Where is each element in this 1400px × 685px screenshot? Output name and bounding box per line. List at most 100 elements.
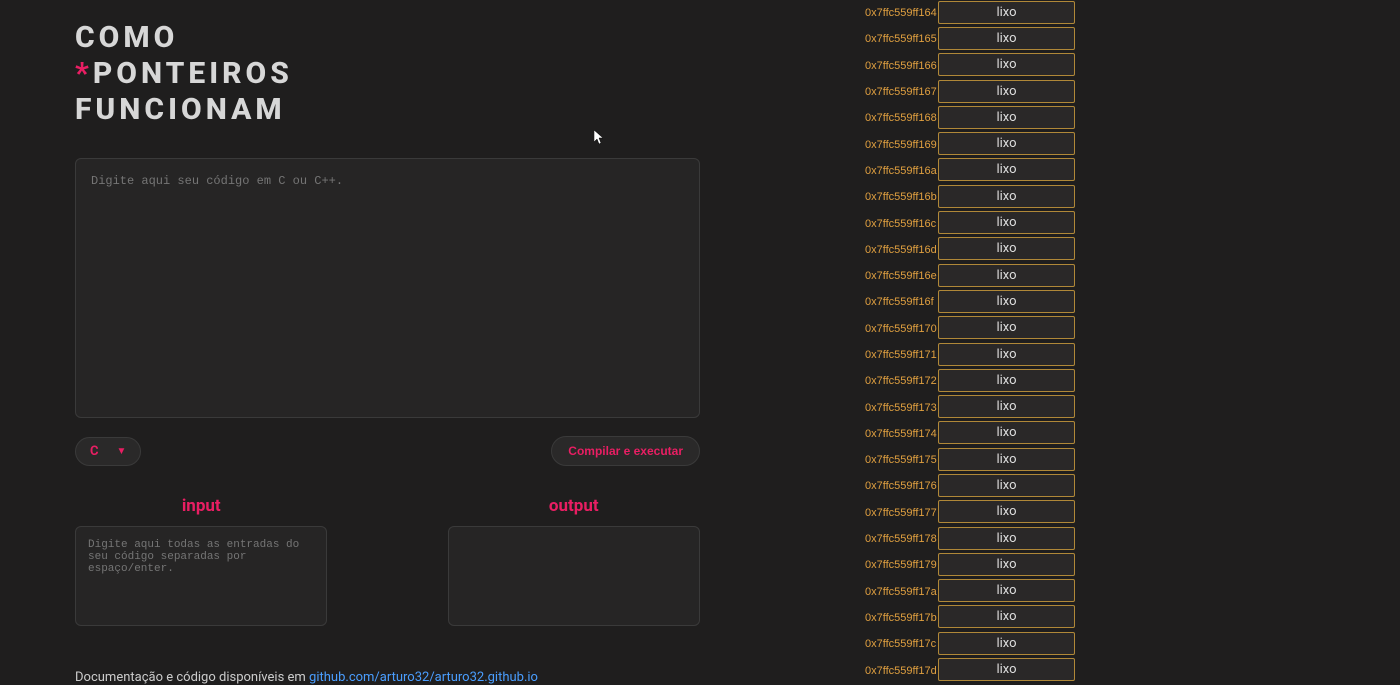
memory-address: 0x7ffc559ff174 — [865, 428, 933, 440]
memory-address: 0x7ffc559ff173 — [865, 402, 933, 414]
memory-cell: lixo — [938, 605, 1075, 628]
footer: Documentação e código disponíveis em git… — [75, 670, 775, 685]
memory-address: 0x7ffc559ff165 — [865, 33, 933, 45]
language-value: C — [90, 444, 99, 459]
memory-cell: lixo — [938, 132, 1075, 155]
memory-address: 0x7ffc559ff16f — [865, 296, 933, 308]
memory-address: 0x7ffc559ff17b — [865, 612, 933, 624]
memory-row: 0x7ffc559ff171 lixo — [865, 342, 1075, 368]
memory-cell: lixo — [938, 211, 1075, 234]
memory-row: 0x7ffc559ff174 lixo — [865, 421, 1075, 447]
memory-address: 0x7ffc559ff16e — [865, 270, 933, 282]
chevron-down-icon: ▼ — [117, 446, 127, 457]
memory-address: 0x7ffc559ff176 — [865, 480, 933, 492]
memory-row: 0x7ffc559ff176 lixo — [865, 473, 1075, 499]
io-row: input output — [75, 496, 700, 630]
memory-address: 0x7ffc559ff16b — [865, 191, 933, 203]
memory-address: 0x7ffc559ff16c — [865, 218, 933, 230]
memory-cell: lixo — [938, 158, 1075, 181]
memory-row: 0x7ffc559ff17b lixo — [865, 605, 1075, 631]
asterisk-icon: * — [75, 56, 93, 91]
memory-cell: lixo — [938, 290, 1075, 313]
code-editor[interactable] — [75, 158, 700, 418]
input-box[interactable] — [75, 526, 327, 626]
memory-row: 0x7ffc559ff169 lixo — [865, 131, 1075, 157]
memory-address: 0x7ffc559ff169 — [865, 139, 933, 151]
memory-address: 0x7ffc559ff166 — [865, 60, 933, 72]
memory-address: 0x7ffc559ff16a — [865, 165, 933, 177]
memory-row: 0x7ffc559ff17c lixo — [865, 631, 1075, 657]
memory-address: 0x7ffc559ff167 — [865, 86, 933, 98]
memory-row: 0x7ffc559ff172 lixo — [865, 368, 1075, 394]
memory-row: 0x7ffc559ff168 lixo — [865, 105, 1075, 131]
memory-cell: lixo — [938, 80, 1075, 103]
memory-row: 0x7ffc559ff16b lixo — [865, 184, 1075, 210]
controls-row: C ▼ Compilar e executar — [75, 436, 700, 466]
page-title: COMO *PONTEIROS FUNCIONAM — [75, 20, 775, 128]
memory-cell: lixo — [938, 343, 1075, 366]
memory-cell: lixo — [938, 27, 1075, 50]
memory-address: 0x7ffc559ff17d — [865, 665, 933, 677]
memory-cell: lixo — [938, 369, 1075, 392]
memory-row: 0x7ffc559ff177 lixo — [865, 500, 1075, 526]
memory-cell: lixo — [938, 579, 1075, 602]
memory-cell: lixo — [938, 395, 1075, 418]
memory-row: 0x7ffc559ff17d lixo — [865, 657, 1075, 683]
footer-prefix: Documentação e código disponíveis em — [75, 670, 309, 685]
memory-row: 0x7ffc559ff164 lixo — [865, 0, 1075, 26]
title-line1: COMO — [75, 20, 775, 56]
memory-row: 0x7ffc559ff170 lixo — [865, 316, 1075, 342]
output-label: output — [448, 496, 701, 516]
memory-cell: lixo — [938, 527, 1075, 550]
memory-address: 0x7ffc559ff17c — [865, 638, 933, 650]
memory-row: 0x7ffc559ff167 lixo — [865, 79, 1075, 105]
memory-cell: lixo — [938, 421, 1075, 444]
memory-address: 0x7ffc559ff170 — [865, 323, 933, 335]
memory-cell: lixo — [938, 658, 1075, 681]
memory-row: 0x7ffc559ff16f lixo — [865, 289, 1075, 315]
input-label: input — [75, 496, 328, 516]
memory-address: 0x7ffc559ff171 — [865, 349, 933, 361]
memory-cell: lixo — [938, 553, 1075, 576]
input-column: input — [75, 496, 328, 630]
memory-row: 0x7ffc559ff175 lixo — [865, 447, 1075, 473]
memory-address: 0x7ffc559ff175 — [865, 454, 933, 466]
memory-address: 0x7ffc559ff16d — [865, 244, 933, 256]
title-line3: FUNCIONAM — [75, 92, 775, 128]
memory-address: 0x7ffc559ff164 — [865, 7, 933, 19]
memory-row: 0x7ffc559ff16d lixo — [865, 237, 1075, 263]
memory-address: 0x7ffc559ff168 — [865, 112, 933, 124]
memory-address: 0x7ffc559ff177 — [865, 507, 933, 519]
memory-cell: lixo — [938, 185, 1075, 208]
footer-link[interactable]: github.com/arturo32/arturo32.github.io — [309, 670, 538, 685]
memory-cell: lixo — [938, 632, 1075, 655]
memory-address: 0x7ffc559ff179 — [865, 559, 933, 571]
memory-row: 0x7ffc559ff173 lixo — [865, 394, 1075, 420]
memory-row: 0x7ffc559ff165 lixo — [865, 26, 1075, 52]
memory-cell: lixo — [938, 106, 1075, 129]
memory-row: 0x7ffc559ff178 lixo — [865, 526, 1075, 552]
memory-cell: lixo — [938, 237, 1075, 260]
memory-cell: lixo — [938, 474, 1075, 497]
memory-row: 0x7ffc559ff16c lixo — [865, 210, 1075, 236]
memory-address: 0x7ffc559ff17a — [865, 586, 933, 598]
memory-row: 0x7ffc559ff166 lixo — [865, 53, 1075, 79]
memory-cell: lixo — [938, 1, 1075, 24]
memory-cell: lixo — [938, 53, 1075, 76]
title-line2-wrap: *PONTEIROS — [75, 56, 775, 92]
memory-cell: lixo — [938, 316, 1075, 339]
memory-row: 0x7ffc559ff16elixo — [865, 263, 1075, 289]
memory-row: 0x7ffc559ff17a lixo — [865, 579, 1075, 605]
memory-cell: lixo — [938, 448, 1075, 471]
memory-address: 0x7ffc559ff178 — [865, 533, 933, 545]
left-panel: COMO *PONTEIROS FUNCIONAM C ▼ Compilar e… — [75, 20, 775, 685]
memory-cell: lixo — [938, 500, 1075, 523]
memory-panel: 0x7ffc559ff164lixo0x7ffc559ff165lixo0x7f… — [865, 0, 1075, 684]
title-line2: PONTEIROS — [93, 56, 293, 91]
memory-address: 0x7ffc559ff172 — [865, 375, 933, 387]
memory-row: 0x7ffc559ff16a lixo — [865, 158, 1075, 184]
language-select[interactable]: C ▼ — [75, 437, 141, 466]
compile-button[interactable]: Compilar e executar — [551, 436, 700, 466]
output-box — [448, 526, 700, 626]
output-column: output — [448, 496, 701, 630]
